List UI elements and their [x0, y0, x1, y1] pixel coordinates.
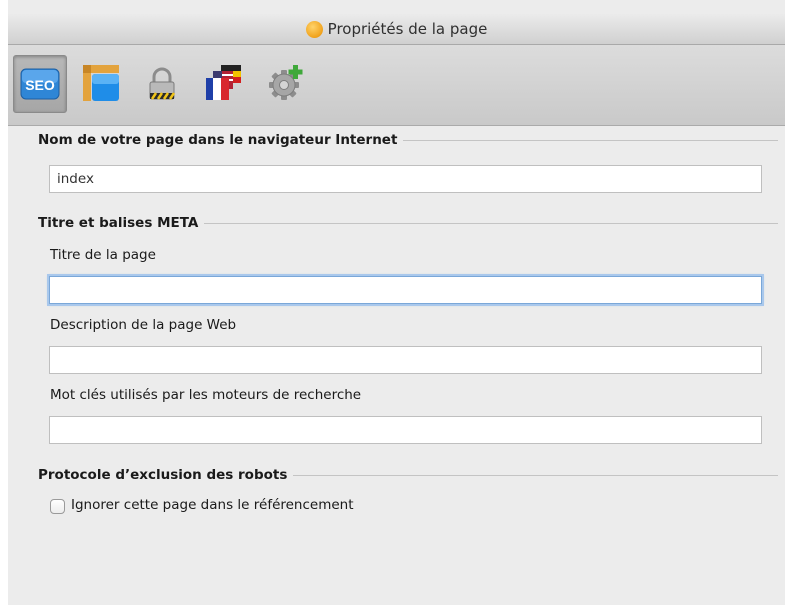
svg-text:SEO: SEO	[25, 77, 55, 93]
page-title-input[interactable]	[49, 276, 762, 304]
robots-section-header: Protocole d’exclusion des robots	[38, 467, 778, 483]
keywords-label: Mot clés utilisés par les moteurs de rec…	[50, 387, 362, 403]
ignore-indexing-label[interactable]: Ignorer cette page dans le référencement	[71, 497, 354, 513]
page-properties-window: Propriétés de la page SEO Nom de votre p…	[8, 0, 785, 605]
toolbar-seo-button[interactable]: SEO	[13, 55, 67, 113]
gear-add-icon	[269, 65, 303, 100]
page-title-label: Titre de la page	[50, 247, 156, 263]
section-divider	[403, 139, 778, 141]
layout-icon	[83, 65, 119, 101]
page-description-input[interactable]	[49, 346, 762, 374]
browser-page-name-input[interactable]	[49, 165, 762, 193]
toolbar-layout-button[interactable]	[75, 55, 127, 111]
meta-section-title: Titre et balises META	[38, 215, 199, 231]
browser-name-section-title: Nom de votre page dans le navigateur Int…	[38, 132, 398, 148]
window-title: Propriétés de la page	[327, 20, 488, 38]
toolbar: SEO	[8, 45, 785, 126]
title-bar: Propriétés de la page	[8, 14, 785, 45]
keywords-input[interactable]	[49, 416, 762, 444]
flags-icon	[206, 65, 241, 100]
page-description-label: Description de la page Web	[50, 317, 237, 333]
section-divider	[293, 474, 778, 476]
ignore-indexing-checkbox[interactable]	[50, 499, 65, 514]
robots-section-title: Protocole d’exclusion des robots	[38, 467, 288, 483]
toolbar-advanced-button[interactable]	[260, 55, 312, 111]
toolbar-languages-button[interactable]	[198, 55, 250, 111]
meta-section-header: Titre et balises META	[38, 215, 778, 231]
title-wrap: Propriétés de la page	[305, 20, 488, 38]
app-icon	[305, 20, 323, 38]
section-divider	[204, 222, 778, 224]
browser-name-section-header: Nom de votre page dans le navigateur Int…	[38, 132, 778, 148]
toolbar-lock-button[interactable]	[136, 55, 188, 111]
seo-icon: SEO	[20, 68, 60, 100]
lock-icon	[149, 67, 176, 100]
